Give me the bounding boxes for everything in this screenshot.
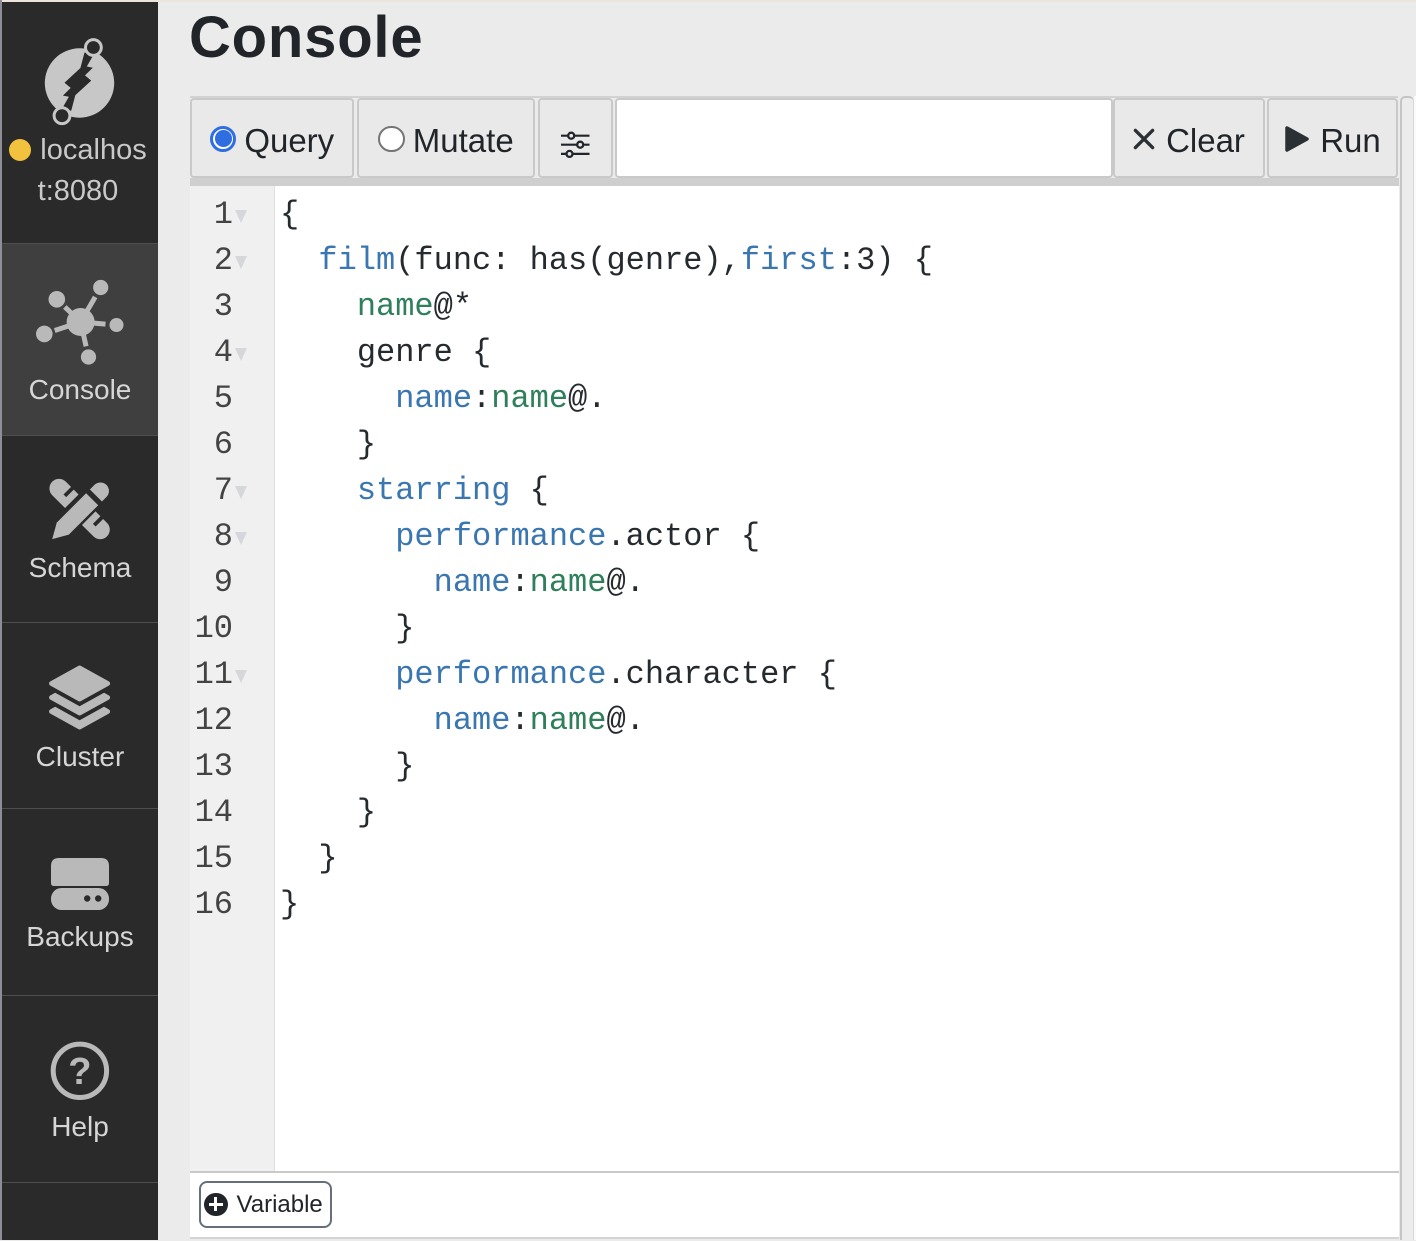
svg-text:?: ? <box>68 1051 91 1093</box>
